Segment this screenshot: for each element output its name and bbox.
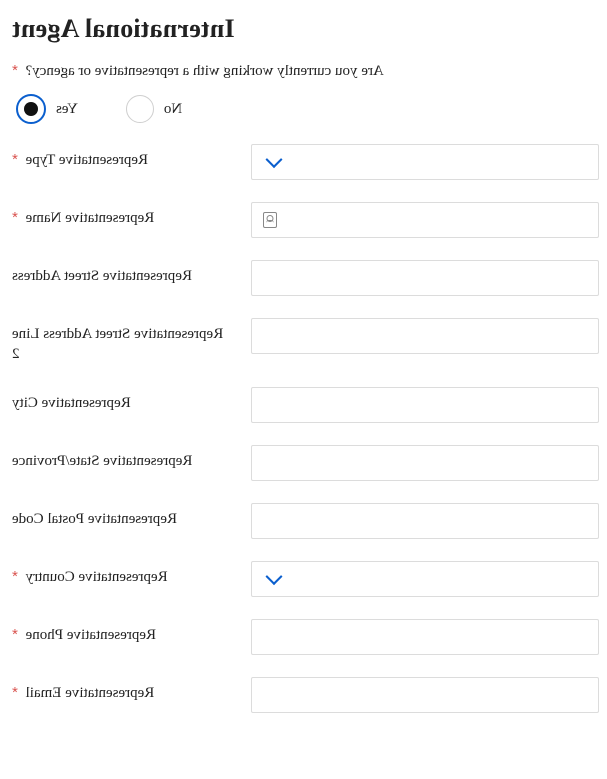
field-rep-country: Representative Country * bbox=[12, 561, 599, 597]
field-rep-addr2: Representative Street Address Line 2 bbox=[12, 318, 599, 365]
required-marker: * bbox=[12, 626, 18, 643]
rep-type-select[interactable] bbox=[251, 144, 599, 180]
agent-radio-group: No Yes bbox=[12, 94, 599, 124]
field-rep-city: Representative City bbox=[12, 387, 599, 423]
field-rep-type: Representative Type * bbox=[12, 144, 599, 180]
rep-phone-input[interactable] bbox=[251, 619, 599, 655]
rep-name-input[interactable] bbox=[251, 202, 599, 238]
rep-state-input[interactable] bbox=[251, 445, 599, 481]
field-rep-state: Representative State/Province bbox=[12, 445, 599, 481]
required-marker: * bbox=[12, 151, 18, 168]
rep-postal-input[interactable] bbox=[251, 503, 599, 539]
radio-option-yes[interactable]: Yes bbox=[16, 94, 78, 124]
chevron-down-icon bbox=[266, 151, 283, 168]
radio-label-no: No bbox=[164, 101, 182, 118]
rep-email-label: Representative Email bbox=[26, 685, 155, 701]
agent-question-row: Are you currently working with a represe… bbox=[12, 62, 599, 80]
agent-question-text: Are you currently working with a represe… bbox=[26, 63, 384, 79]
radio-no[interactable] bbox=[126, 95, 154, 123]
rep-addr1-input[interactable] bbox=[251, 260, 599, 296]
field-rep-name: Representative Name * bbox=[12, 202, 599, 238]
rep-addr2-input[interactable] bbox=[251, 318, 599, 354]
rep-postal-label: Representative Postal Code bbox=[12, 511, 177, 527]
required-marker: * bbox=[12, 62, 18, 79]
rep-email-input[interactable] bbox=[251, 677, 599, 713]
rep-addr2-label: Representative Street Address Line 2 bbox=[12, 326, 223, 362]
radio-yes[interactable] bbox=[16, 94, 46, 124]
field-rep-addr1: Representative Street Address bbox=[12, 260, 599, 296]
rep-country-select[interactable] bbox=[251, 561, 599, 597]
rep-type-label: Representative Type bbox=[26, 152, 148, 168]
rep-phone-label: Representative Phone bbox=[26, 627, 156, 643]
required-marker: * bbox=[12, 209, 18, 226]
field-rep-phone: Representative Phone * bbox=[12, 619, 599, 655]
radio-option-no[interactable]: No bbox=[126, 95, 182, 123]
field-rep-email: Representative Email * bbox=[12, 677, 599, 713]
page-title: International Agent bbox=[12, 14, 599, 44]
rep-addr1-label: Representative Street Address bbox=[12, 268, 192, 284]
rep-country-label: Representative Country bbox=[26, 569, 168, 585]
contact-card-icon bbox=[263, 212, 277, 228]
rep-name-label: Representative Name bbox=[26, 210, 155, 226]
field-rep-postal: Representative Postal Code bbox=[12, 503, 599, 539]
required-marker: * bbox=[12, 684, 18, 701]
rep-state-label: Representative State/Province bbox=[12, 453, 192, 469]
required-marker: * bbox=[12, 568, 18, 585]
radio-label-yes: Yes bbox=[56, 101, 78, 118]
rep-city-input[interactable] bbox=[251, 387, 599, 423]
rep-city-label: Representative City bbox=[12, 395, 131, 411]
chevron-down-icon bbox=[266, 568, 283, 585]
